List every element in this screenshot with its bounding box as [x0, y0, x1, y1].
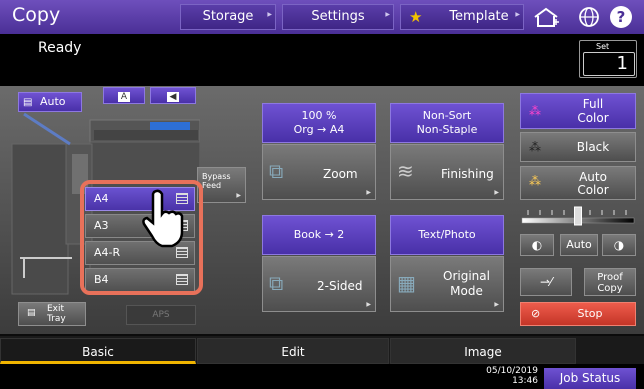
- paper-icon: ▤: [23, 97, 33, 108]
- date: 05/10/2019: [486, 366, 538, 376]
- darker-button[interactable]: ◑: [602, 234, 636, 256]
- lighter-button[interactable]: ◐: [520, 234, 554, 256]
- settings-button[interactable]: Settings ▶: [282, 4, 394, 30]
- exit-tray-icon: ▤: [27, 308, 36, 318]
- full-color-button[interactable]: ⁂ Full Color: [520, 93, 636, 129]
- zoom-icon: ⧉: [269, 159, 284, 183]
- aps-button: APS: [126, 305, 196, 325]
- finishing-icon: ≋: [397, 159, 414, 183]
- original-mode-button[interactable]: ▦ Original Mode ▶: [390, 256, 504, 312]
- orientation-portrait-button[interactable]: A: [103, 87, 145, 104]
- density-slider[interactable]: [520, 206, 636, 226]
- interrupt-button[interactable]: ⇀⁄: [520, 268, 572, 296]
- status-row: [0, 34, 644, 86]
- a-portrait-icon: A: [117, 92, 131, 102]
- exit-tray-label: Exit Tray: [47, 304, 66, 324]
- template-label: Template: [449, 9, 509, 24]
- density-thumb[interactable]: [574, 206, 582, 226]
- auto-color-button[interactable]: ⁂ Auto Color: [520, 166, 636, 200]
- original-mode-label: Original Mode: [443, 269, 490, 298]
- finishing-sort: Non-Sort: [422, 109, 472, 122]
- settings-label: Settings: [311, 9, 365, 24]
- finishing-label: Finishing: [441, 167, 494, 181]
- auto-tray-label: Auto: [39, 95, 66, 108]
- finishing-staple: Non-Staple: [416, 123, 478, 136]
- zoom-paper: Org → A4: [293, 123, 345, 136]
- black-button[interactable]: ⁂ Black: [520, 132, 636, 162]
- template-button[interactable]: ★ Template ▶: [400, 4, 524, 30]
- 2-sided-button[interactable]: ⧉ 2-Sided ▶: [262, 256, 376, 312]
- a-landscape-icon: ◀: [166, 92, 180, 102]
- half-circle-light-icon: ◐: [531, 238, 543, 252]
- orientation-landscape-button[interactable]: ◀: [150, 87, 196, 104]
- full-color-icon: ⁂: [529, 104, 541, 118]
- bypass-label: Bypass Feed: [202, 172, 231, 190]
- star-icon: ★: [409, 8, 423, 26]
- globe-icon[interactable]: [574, 4, 604, 30]
- stop-label: Stop: [577, 307, 603, 320]
- proof-copy-button[interactable]: Proof Copy: [584, 268, 636, 296]
- auto-color-label: Auto Color: [577, 170, 609, 197]
- storage-button[interactable]: Storage ▶: [180, 4, 276, 30]
- bypass-feed-button[interactable]: Bypass Feed ▶: [197, 167, 246, 203]
- black-label: Black: [576, 140, 610, 154]
- storage-label: Storage: [202, 9, 254, 24]
- copy-count[interactable]: 1: [583, 52, 635, 76]
- exit-tray-button[interactable]: ▤ Exit Tray: [18, 302, 86, 326]
- zoom-percent: 100 %: [301, 109, 337, 122]
- auto-color-icon: ⁂: [529, 174, 541, 188]
- app-title: Copy: [12, 4, 61, 26]
- time: 13:46: [512, 376, 538, 386]
- duplex-display[interactable]: Book → 2: [262, 215, 376, 255]
- finishing-button[interactable]: ≋ Finishing ▶: [390, 144, 504, 200]
- stop-icon: ⊘: [531, 307, 541, 320]
- set-label: Set: [596, 42, 610, 51]
- tab-basic[interactable]: Basic: [0, 338, 196, 364]
- half-circle-dark-icon: ◑: [613, 238, 625, 252]
- original-mode-icon: ▦: [397, 271, 416, 295]
- zoom-label: Zoom: [323, 167, 358, 181]
- status-text: Ready: [38, 40, 82, 56]
- hand-pointer-icon: [142, 189, 184, 248]
- job-status-button[interactable]: Job Status: [544, 368, 636, 389]
- help-icon[interactable]: ?: [610, 6, 632, 28]
- tab-image[interactable]: Image: [390, 338, 576, 364]
- home-icon[interactable]: [528, 4, 564, 30]
- original-mode-display[interactable]: Text/Photo: [390, 215, 504, 255]
- date-time: 05/10/2019 13:46: [460, 366, 538, 386]
- interrupt-icon: ⇀⁄: [539, 275, 553, 289]
- stop-button[interactable]: ⊘ Stop: [520, 302, 636, 326]
- black-icon: ⁂: [529, 140, 541, 154]
- auto-density-button[interactable]: Auto: [560, 234, 598, 256]
- tab-edit[interactable]: Edit: [197, 338, 389, 364]
- zoom-button[interactable]: ⧉ Zoom ▶: [262, 144, 376, 200]
- 2-sided-icon: ⧉: [269, 271, 284, 295]
- 2-sided-label: 2-Sided: [317, 279, 363, 293]
- zoom-ratio-display[interactable]: 100 % Org → A4: [262, 103, 376, 143]
- finishing-display[interactable]: Non-Sort Non-Staple: [390, 103, 504, 143]
- full-color-label: Full Color: [577, 97, 609, 125]
